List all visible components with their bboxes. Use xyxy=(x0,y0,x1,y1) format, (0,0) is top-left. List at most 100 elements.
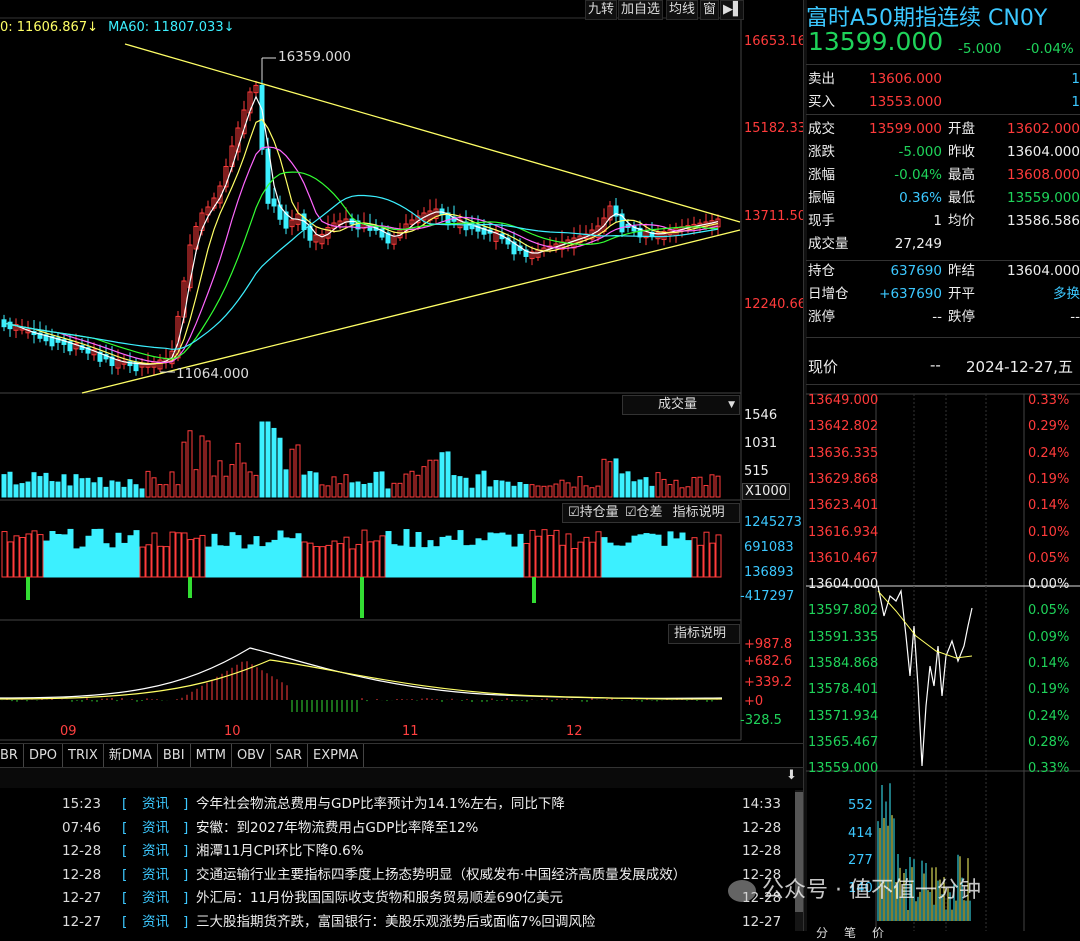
volume-bar xyxy=(31,472,37,498)
volume-bar xyxy=(229,464,235,498)
oi-bar xyxy=(565,533,572,578)
intraday-pct-label: 0.05% xyxy=(1028,603,1070,619)
volume-bar xyxy=(241,462,247,498)
tab-new-dma[interactable]: 新DMA xyxy=(104,744,158,768)
oi-bar xyxy=(421,547,428,578)
quote-value: 27,249 xyxy=(894,236,942,252)
oi-bar xyxy=(541,529,548,578)
news-tag[interactable]: 资讯 xyxy=(142,793,169,816)
quote-value: 多换 xyxy=(1053,286,1080,302)
volume-bar xyxy=(661,478,667,498)
news-tag[interactable]: 资讯 xyxy=(142,840,169,863)
intraday-price-label: 13571.934 xyxy=(808,708,879,724)
news-bracket-close: ] xyxy=(183,819,189,836)
oi-bar xyxy=(367,541,374,578)
volume-bar xyxy=(109,480,115,498)
download-icon[interactable]: ⬇ xyxy=(786,768,797,783)
quote-label: 成交量 xyxy=(808,236,849,252)
x-axis-label: 12 xyxy=(566,724,583,739)
intraday-bottom-tab[interactable]: 分 xyxy=(816,924,828,941)
trend-line-upper xyxy=(124,43,741,223)
volume-y-label: 1546 xyxy=(744,408,778,423)
quote-label: 买入 xyxy=(808,94,835,110)
news-item[interactable]: 12-27 [资讯] 三大股指期货齐跌，富国银行：美股乐观涨势后或面临7%回调风险 1… xyxy=(0,911,795,934)
volume-bar xyxy=(151,477,157,498)
toolbar-ma-button[interactable]: 均线 xyxy=(666,0,699,20)
tab-sar[interactable]: SAR xyxy=(271,744,309,768)
quote-row: 卖出 13606.000 1 xyxy=(808,68,1080,91)
toolbar-add-watchlist-button[interactable]: 加自选 xyxy=(618,0,664,20)
news-item[interactable]: 12-27[资讯] 外汇局：11月份我国国际收支货物和服务贸易顺差690亿美元 12… xyxy=(0,887,795,910)
volume-bar xyxy=(337,483,343,498)
news-title[interactable]: 今年社会物流总费用与GDP比率预计为14.1%左右，同比下降 xyxy=(196,793,565,816)
intraday-bottom-tab[interactable]: 价 xyxy=(872,924,884,941)
volume-panel-title[interactable]: 成交量 ▼ xyxy=(622,395,740,415)
news-tag[interactable]: 资讯 xyxy=(142,817,169,840)
dropdown-icon[interactable]: ▼ xyxy=(728,396,735,414)
news-scrollbar[interactable] xyxy=(795,790,803,931)
intraday-pct-label: 0.24% xyxy=(1028,708,1070,724)
tab-br[interactable]: BR xyxy=(0,744,24,768)
volume-bar xyxy=(91,482,97,498)
oi-diff-bar xyxy=(188,577,192,598)
oi-bar xyxy=(655,534,662,578)
last-price: 13599.000 xyxy=(808,27,944,56)
news-item[interactable]: 12-28 [资讯] 交通运输行业主要指标四季度上扬态势明显（权威发布·中国经济高质… xyxy=(0,864,795,887)
tab-dpo[interactable]: DPO xyxy=(24,744,64,768)
macd-panel-title[interactable]: 指标说明 xyxy=(668,624,740,644)
oi-checkbox-icon[interactable]: ☑ xyxy=(568,505,580,520)
news-title[interactable]: 安徽：到2027年物流费用占GDP比率降至12% xyxy=(196,817,478,840)
tab-expma[interactable]: EXPMA xyxy=(308,744,365,768)
tab-mtm[interactable]: MTM xyxy=(191,744,232,768)
intraday-bottom-tab[interactable]: 笔 xyxy=(844,924,856,941)
volume-bar xyxy=(385,488,391,498)
tab-obv[interactable]: OBV xyxy=(232,744,271,768)
news-item[interactable]: 15:23 [资讯] 今年社会物流总费用与GDP比率预计为14.1%左右，同比下降 1… xyxy=(0,793,795,816)
kline-svg[interactable] xyxy=(0,0,805,765)
news-tag[interactable]: 资讯 xyxy=(142,887,169,910)
volume-bar xyxy=(655,472,661,498)
volume-bar xyxy=(73,474,79,498)
volume-bar xyxy=(445,451,451,498)
oi-bar xyxy=(37,534,44,578)
news-title[interactable]: 外汇局：11月份我国国际收支货物和服务贸易顺差690亿美元 xyxy=(196,887,563,910)
toolbar-window-button[interactable]: 窗 xyxy=(700,0,720,20)
volume-y-label: 1031 xyxy=(744,436,778,451)
news-title[interactable]: 交通运输行业主要指标四季度上扬态势明显（权威发布·中国经济高质量发展成效） xyxy=(196,864,686,887)
toolbar-fullscreen-icon[interactable]: ▶▌ xyxy=(720,0,744,20)
oi-diff-checkbox-icon[interactable]: ☑ xyxy=(625,505,637,520)
quote-value: 13602.000 xyxy=(1006,121,1080,137)
oi-bar xyxy=(259,546,266,578)
volume-bar xyxy=(523,483,529,498)
intraday-volume-label: 277 xyxy=(848,853,873,868)
news-item[interactable]: 07:46 [资讯] 安徽：到2027年物流费用占GDP比率降至12% 12-28 xyxy=(0,817,795,840)
quote-value: 13608.000 xyxy=(1006,167,1080,183)
kline-chart-area[interactable] xyxy=(0,0,805,765)
volume-bar xyxy=(7,471,13,498)
tab-indicator-help[interactable]: 指标说明 xyxy=(673,505,725,520)
oi-bar xyxy=(73,548,80,578)
news-item[interactable]: 12-28 [资讯] 湘潭11月CPI环比下降0.6% 12-28 xyxy=(0,840,795,863)
volume-bar xyxy=(487,486,493,498)
tab-open-interest[interactable]: 持仓量 xyxy=(580,505,619,520)
volume-bar xyxy=(193,469,199,498)
tab-trix[interactable]: TRIX xyxy=(63,744,104,768)
oi-bar xyxy=(85,535,92,578)
news-title[interactable]: 三大股指期货齐跌，富国银行：美股乐观涨势后或面临7%回调风险 xyxy=(196,911,595,934)
news-bracket-close: ] xyxy=(183,890,189,906)
news-tag[interactable]: 资讯 xyxy=(142,911,169,934)
volume-bar xyxy=(541,485,547,498)
news-title[interactable]: 湘潭11月CPI环比下降0.6% xyxy=(196,840,364,863)
tab-oi-diff[interactable]: 仓差 xyxy=(636,505,662,520)
news-tag[interactable]: 资讯 xyxy=(142,864,169,887)
oi-bar xyxy=(697,544,704,578)
quote-row: 现手 1 均价 13586.586 xyxy=(808,210,1080,233)
oi-bar xyxy=(553,529,560,578)
oi-bar xyxy=(637,534,644,578)
volume-bar xyxy=(463,477,469,498)
oi-diff-bar xyxy=(532,577,536,603)
tab-bbi[interactable]: BBI xyxy=(158,744,191,768)
toolbar-jiuzhuan-button[interactable]: 九转 xyxy=(585,0,618,20)
volume-bar xyxy=(253,474,259,498)
oi-bar xyxy=(31,530,38,578)
